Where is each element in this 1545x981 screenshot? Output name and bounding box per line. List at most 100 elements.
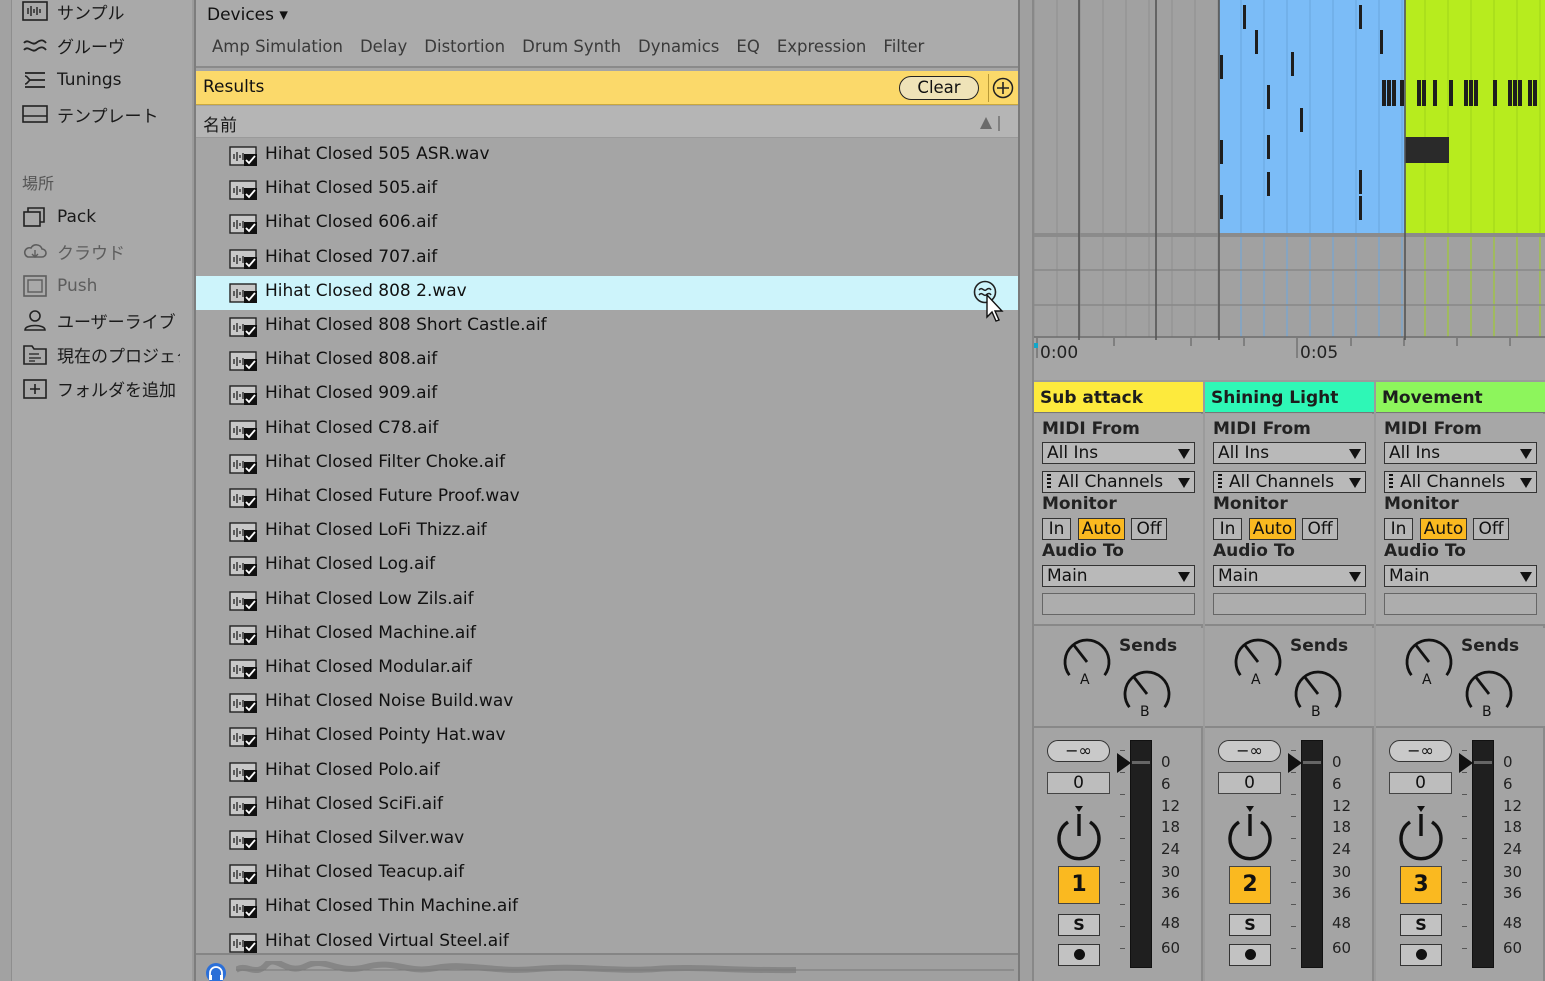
arm-record-button[interactable] xyxy=(1400,944,1442,966)
tab-eq[interactable]: EQ xyxy=(736,37,759,56)
track-activator-button[interactable]: 2 xyxy=(1229,866,1271,904)
pan-knob[interactable] xyxy=(1395,802,1447,862)
solo-button[interactable]: S xyxy=(1229,914,1271,936)
file-row[interactable]: Hihat Closed Log.aif xyxy=(196,549,1020,583)
track-title[interactable]: Shining Light xyxy=(1205,382,1374,413)
monitor-in-button[interactable]: In xyxy=(1384,518,1413,540)
fader-cap[interactable] xyxy=(1303,761,1321,764)
solo-button[interactable]: S xyxy=(1058,914,1100,936)
fader-cap[interactable] xyxy=(1132,761,1150,764)
file-row[interactable]: Hihat Closed 606.aif xyxy=(196,207,1020,241)
sidebar-item-add-folder[interactable]: フォルダを追加 xyxy=(22,375,180,401)
clip-blue[interactable] xyxy=(1219,0,1405,233)
fader-cap[interactable] xyxy=(1474,761,1492,764)
monitor-auto-button[interactable]: Auto xyxy=(1078,518,1125,540)
volume-fader[interactable] xyxy=(1301,740,1323,968)
monitor-off-button[interactable]: Off xyxy=(1473,518,1509,540)
devices-dropdown[interactable]: Devices ▾ xyxy=(207,5,288,25)
file-row[interactable]: Hihat Closed SciFi.aif xyxy=(196,789,1020,823)
midi-from-dropdown[interactable]: All Ins xyxy=(1213,442,1366,464)
track-activator-button[interactable]: 1 xyxy=(1058,866,1100,904)
arm-record-button[interactable] xyxy=(1058,944,1100,966)
volume-value-field[interactable]: 0 xyxy=(1047,772,1110,794)
file-row[interactable]: Hihat Closed Noise Build.wav xyxy=(196,686,1020,720)
file-row[interactable]: Hihat Closed Low Zils.aif xyxy=(196,584,1020,618)
sidebar-item-samples[interactable]: サンプル xyxy=(22,0,180,24)
pan-knob[interactable] xyxy=(1224,802,1276,862)
monitor-off-button[interactable]: Off xyxy=(1131,518,1167,540)
tab-delay[interactable]: Delay xyxy=(360,37,407,56)
midi-channel-dropdown[interactable]: All Channels xyxy=(1384,471,1537,493)
track-title[interactable]: Sub attack xyxy=(1034,382,1203,413)
file-row[interactable]: Hihat Closed 707.aif xyxy=(196,242,1020,276)
audio-to-channel-box[interactable] xyxy=(1042,593,1195,615)
monitor-off-button[interactable]: Off xyxy=(1302,518,1338,540)
file-row[interactable]: Hihat Closed Virtual Steel.aif xyxy=(196,926,1020,953)
file-row[interactable]: Hihat Closed LoFi Thizz.aif xyxy=(196,515,1020,549)
tab-filter[interactable]: Filter xyxy=(883,37,924,56)
tab-expression[interactable]: Expression xyxy=(777,37,867,56)
midi-from-dropdown[interactable]: All Ins xyxy=(1384,442,1537,464)
volume-fader[interactable] xyxy=(1472,740,1494,968)
sidebar-item-pack[interactable]: Pack xyxy=(22,204,180,230)
file-row[interactable]: Hihat Closed 909.aif xyxy=(196,378,1020,412)
sidebar-item-grooves[interactable]: グルーヴ xyxy=(22,32,180,58)
monitor-auto-button[interactable]: Auto xyxy=(1420,518,1467,540)
solo-button[interactable]: S xyxy=(1400,914,1442,936)
sidebar-item-templates[interactable]: テンプレート xyxy=(22,101,180,127)
monitor-auto-button[interactable]: Auto xyxy=(1249,518,1296,540)
file-row[interactable]: Hihat Closed Silver.wav xyxy=(196,823,1020,857)
file-row[interactable]: Hihat Closed Teacup.aif xyxy=(196,857,1020,891)
midi-from-dropdown[interactable]: All Ins xyxy=(1042,442,1195,464)
column-header[interactable]: 名前 xyxy=(196,106,1020,138)
file-row[interactable]: Hihat Closed 808.aif xyxy=(196,344,1020,378)
peak-level-button[interactable]: −∞ xyxy=(1389,740,1452,762)
sidebar-item-cloud[interactable]: クラウド xyxy=(22,238,180,264)
monitor-in-button[interactable]: In xyxy=(1042,518,1071,540)
file-row[interactable]: Hihat Closed 505.aif xyxy=(196,173,1020,207)
file-row[interactable]: Hihat Closed Machine.aif xyxy=(196,618,1020,652)
add-button[interactable] xyxy=(988,74,1016,102)
audio-to-channel-box[interactable] xyxy=(1213,593,1366,615)
sidebar-item-push[interactable]: Push xyxy=(22,273,180,299)
track-title[interactable]: Movement xyxy=(1376,382,1545,413)
tab-amp-simulation[interactable]: Amp Simulation xyxy=(212,37,343,56)
waveform-preview[interactable] xyxy=(236,961,1014,979)
sort-ascending-icon[interactable] xyxy=(978,115,1002,131)
volume-value-field[interactable]: 0 xyxy=(1389,772,1452,794)
pan-knob[interactable] xyxy=(1053,802,1105,862)
sidebar-item-user-library[interactable]: ユーザーライブ xyxy=(22,307,180,333)
volume-value-field[interactable]: 0 xyxy=(1218,772,1281,794)
tab-drum-synth[interactable]: Drum Synth xyxy=(522,37,621,56)
file-row[interactable]: Hihat Closed Future Proof.wav xyxy=(196,481,1020,515)
clip-green[interactable] xyxy=(1405,0,1545,233)
audio-to-dropdown[interactable]: Main xyxy=(1384,565,1537,587)
file-row[interactable]: Hihat Closed Filter Choke.aif xyxy=(196,447,1020,481)
panel-divider[interactable] xyxy=(1018,0,1034,981)
sidebar-item-current-project[interactable]: 現在のプロジェクト xyxy=(22,341,180,367)
clear-button[interactable]: Clear xyxy=(899,76,979,100)
audio-to-dropdown[interactable]: Main xyxy=(1213,565,1366,587)
arrangement-grid[interactable] xyxy=(1034,0,1545,380)
midi-channel-dropdown[interactable]: All Channels xyxy=(1213,471,1366,493)
peak-level-button[interactable]: −∞ xyxy=(1047,740,1110,762)
file-row[interactable]: Hihat Closed Thin Machine.aif xyxy=(196,891,1020,925)
tab-dynamics[interactable]: Dynamics xyxy=(638,37,719,56)
midi-channel-dropdown[interactable]: All Channels xyxy=(1042,471,1195,493)
volume-fader[interactable] xyxy=(1130,740,1152,968)
sidebar-item-tunings[interactable]: Tunings xyxy=(22,67,180,93)
file-row[interactable]: Hihat Closed Polo.aif xyxy=(196,755,1020,789)
arm-record-button[interactable] xyxy=(1229,944,1271,966)
file-row[interactable]: Hihat Closed 505 ASR.wav xyxy=(196,139,1020,173)
track-activator-button[interactable]: 3 xyxy=(1400,866,1442,904)
file-row[interactable]: Hihat Closed 808 Short Castle.aif xyxy=(196,310,1020,344)
tab-distortion[interactable]: Distortion xyxy=(424,37,505,56)
monitor-in-button[interactable]: In xyxy=(1213,518,1242,540)
file-row[interactable]: Hihat Closed C78.aif xyxy=(196,413,1020,447)
peak-level-button[interactable]: −∞ xyxy=(1218,740,1281,762)
audio-to-channel-box[interactable] xyxy=(1384,593,1537,615)
audio-to-dropdown[interactable]: Main xyxy=(1042,565,1195,587)
file-row[interactable]: Hihat Closed Modular.aif xyxy=(196,652,1020,686)
file-row[interactable]: Hihat Closed 808 2.wav xyxy=(196,275,1020,322)
file-row[interactable]: Hihat Closed Pointy Hat.wav xyxy=(196,720,1020,754)
